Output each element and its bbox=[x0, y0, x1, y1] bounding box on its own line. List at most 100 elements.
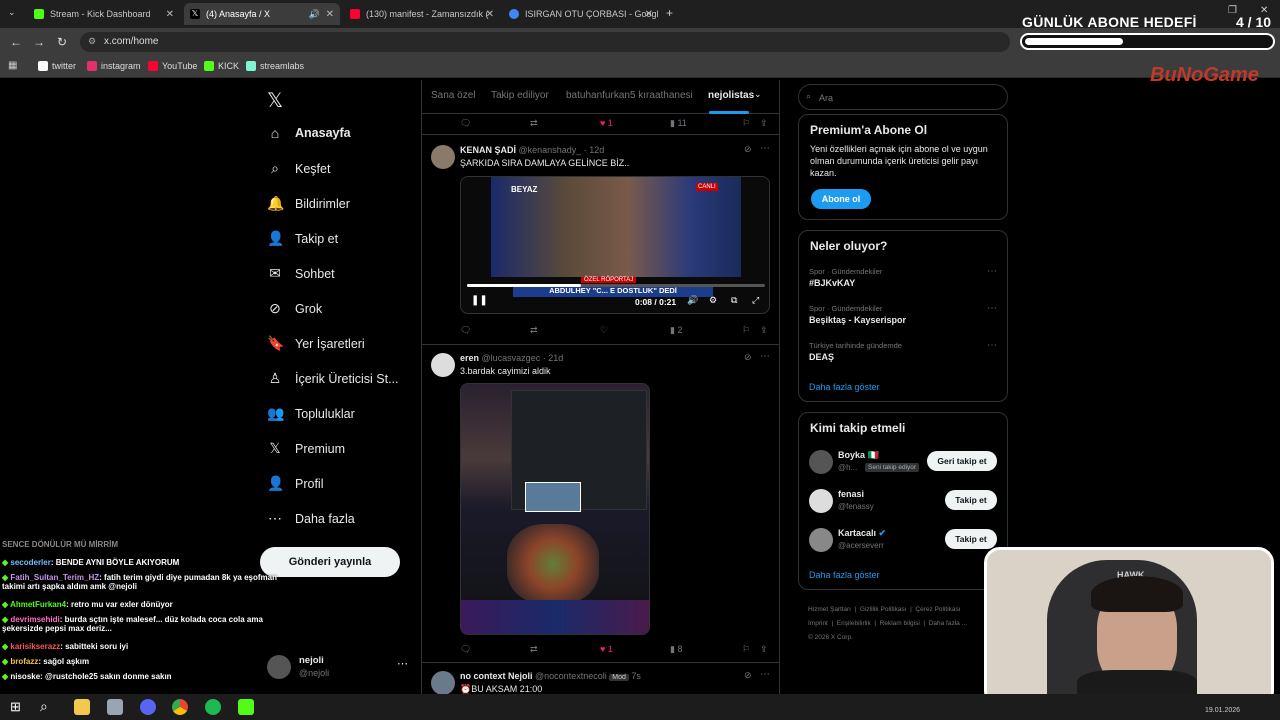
author-name[interactable]: KENAN ŞADİ bbox=[460, 145, 516, 155]
reply-icon[interactable]: 🗨 bbox=[460, 644, 471, 655]
new-tab-icon[interactable]: + bbox=[666, 6, 673, 20]
back-icon[interactable]: ← bbox=[10, 35, 22, 49]
video-player[interactable]: BEYAZ CANLI ÖZEL RÖPORTAJ ABDULHEY "C...… bbox=[460, 176, 770, 314]
views-icon[interactable]: ▮ 11 bbox=[670, 118, 687, 129]
avatar[interactable] bbox=[431, 145, 455, 169]
spotify-icon[interactable] bbox=[205, 699, 221, 715]
more-icon[interactable]: ⋯ bbox=[760, 669, 770, 680]
share-icon[interactable]: ⇪ bbox=[760, 118, 768, 129]
url-input[interactable]: ⚙ x.com/home bbox=[80, 32, 1010, 52]
forward-icon[interactable]: → bbox=[33, 35, 45, 49]
nav-item-profile[interactable]: 👤 Profil bbox=[267, 475, 323, 492]
app-icon[interactable] bbox=[107, 699, 123, 715]
views-icon[interactable]: ▮ 8 bbox=[670, 644, 682, 655]
tab-nejolistas[interactable]: nejolistas bbox=[708, 90, 754, 101]
like-icon[interactable]: ♥ 1 bbox=[600, 644, 613, 654]
grok-icon[interactable]: ⊘ bbox=[744, 352, 752, 363]
more-icon[interactable]: ⋯ bbox=[397, 657, 408, 670]
close-icon[interactable]: ✕ bbox=[326, 9, 334, 20]
discord-icon[interactable] bbox=[140, 699, 156, 715]
author-name[interactable]: eren bbox=[460, 353, 479, 363]
subscribe-button[interactable]: Abone ol bbox=[811, 189, 871, 209]
nav-item-grok[interactable]: ⊘ Grok bbox=[267, 300, 322, 317]
post-eren[interactable]: eren @lucasvazgec · 21d ⊘ ⋯ 3.bardak cay… bbox=[422, 345, 779, 663]
avatar[interactable] bbox=[809, 528, 833, 552]
trend-item[interactable]: DEAŞ bbox=[809, 352, 834, 362]
nav-item-add-user[interactable]: 👤 Takip et bbox=[267, 230, 338, 247]
chrome-icon[interactable] bbox=[172, 699, 188, 715]
tab-list-icon[interactable]: ⌄ bbox=[8, 7, 16, 18]
more-icon[interactable]: ⋯ bbox=[987, 340, 997, 351]
follow-button[interactable]: Takip et bbox=[945, 529, 997, 549]
tab-following[interactable]: Takip ediliyor bbox=[491, 90, 549, 101]
tab-for-you[interactable]: Sana özel bbox=[431, 90, 475, 101]
grok-icon[interactable]: ⊘ bbox=[744, 670, 752, 681]
tab-list-kiraathanesi[interactable]: batuhanfurkan5 kıraathanesi bbox=[566, 90, 693, 101]
trend-item[interactable]: #BJKvKAY bbox=[809, 278, 855, 288]
bookmark-kick[interactable]: KICK bbox=[204, 61, 239, 71]
pip-icon[interactable]: ⧉ bbox=[731, 295, 737, 306]
avatar[interactable] bbox=[431, 671, 455, 695]
bookmark-youtube[interactable]: YouTube bbox=[148, 61, 197, 71]
repost-icon[interactable]: ⇄ bbox=[530, 644, 538, 655]
file-explorer-icon[interactable] bbox=[74, 699, 90, 715]
nav-item-home[interactable]: ⌂ Anasayfa bbox=[267, 125, 351, 141]
nav-item-more[interactable]: ⋯ Daha fazla bbox=[267, 510, 355, 527]
nav-item-search[interactable]: ⌕ Keşfet bbox=[267, 160, 330, 177]
search-icon[interactable]: ⌕ bbox=[40, 698, 48, 715]
avatar[interactable] bbox=[431, 353, 455, 377]
follow-back-button[interactable]: Geri takip et bbox=[927, 451, 997, 471]
speaker-icon[interactable]: 🔊 bbox=[309, 9, 320, 20]
like-icon[interactable]: ♥ 1 bbox=[600, 118, 613, 128]
grok-icon[interactable]: ⊘ bbox=[744, 144, 752, 155]
post-kenan[interactable]: KENAN ŞADİ @kenanshady_ · 12d ⊘ ⋯ ŞARKID… bbox=[422, 135, 779, 345]
video-scrubber[interactable] bbox=[467, 284, 765, 287]
repost-icon[interactable]: ⇄ bbox=[530, 325, 538, 336]
suggest-name[interactable]: Kartacalı ✔ bbox=[838, 528, 886, 539]
bookmark-instagram[interactable]: instagram bbox=[87, 61, 141, 71]
views-icon[interactable]: ▮ 2 bbox=[670, 325, 682, 336]
apps-grid-icon[interactable]: ▦ bbox=[8, 60, 17, 71]
pause-icon[interactable]: ❚❚ bbox=[471, 295, 488, 306]
show-more-trends-link[interactable]: Daha fazla göster bbox=[809, 382, 880, 392]
nav-item-x-premium[interactable]: 𝕏 Premium bbox=[267, 440, 345, 457]
more-icon[interactable]: ⋯ bbox=[760, 351, 770, 362]
like-icon[interactable]: ♡ bbox=[600, 325, 608, 336]
search-input[interactable]: Ara bbox=[798, 84, 1008, 110]
reload-icon[interactable]: ↻ bbox=[57, 35, 67, 49]
reply-icon[interactable]: 🗨 bbox=[460, 118, 471, 129]
more-icon[interactable]: ⋯ bbox=[987, 303, 997, 314]
footer-link[interactable]: Daha fazla ... bbox=[929, 620, 967, 627]
tab-google[interactable]: ISIRGAN OTU ÇORBASI - Googl ✕ bbox=[503, 3, 659, 25]
kick-app-icon[interactable] bbox=[238, 699, 254, 715]
site-info-icon[interactable]: ⚙ bbox=[88, 36, 96, 47]
windows-start-icon[interactable]: ⊞ bbox=[10, 699, 21, 715]
share-icon[interactable]: ⇪ bbox=[760, 644, 768, 655]
tab-youtube[interactable]: (130) manifest - Zamansızdık ( ✕ bbox=[344, 3, 500, 25]
footer-link[interactable]: Imprint bbox=[808, 620, 828, 627]
footer-link[interactable]: Çerez Politikası bbox=[915, 606, 960, 613]
suggest-name[interactable]: fenasi bbox=[838, 489, 864, 499]
more-icon[interactable]: ⋯ bbox=[760, 143, 770, 154]
close-icon[interactable]: ✕ bbox=[645, 9, 653, 20]
volume-icon[interactable]: 🔊 bbox=[687, 295, 698, 306]
suggest-name[interactable]: Boyka 🇮🇹 bbox=[838, 450, 879, 461]
footer-link[interactable]: Gizlilik Politikası bbox=[860, 606, 907, 613]
bookmark-twitter[interactable]: twitter bbox=[38, 61, 76, 71]
fullscreen-icon[interactable]: ⤢ bbox=[752, 295, 759, 306]
x-logo-icon[interactable]: 𝕏 bbox=[267, 88, 283, 113]
bookmark-icon[interactable]: ⚐ bbox=[742, 644, 750, 655]
bookmark-icon[interactable]: ⚐ bbox=[742, 118, 750, 129]
post-image[interactable] bbox=[460, 383, 650, 635]
more-icon[interactable]: ⋯ bbox=[987, 266, 997, 277]
bookmark-icon[interactable]: ⚐ bbox=[742, 325, 750, 336]
trend-item[interactable]: Beşiktaş - Kayserispor bbox=[809, 315, 906, 325]
avatar[interactable] bbox=[809, 489, 833, 513]
nav-item-creator[interactable]: ♙ İçerik Üreticisi St... bbox=[267, 370, 399, 387]
nav-item-communities[interactable]: 👥 Topluluklar bbox=[267, 405, 355, 422]
share-icon[interactable]: ⇪ bbox=[760, 325, 768, 336]
footer-link[interactable]: Erişilebilirlik bbox=[837, 620, 871, 627]
tab-kick-dashboard[interactable]: Stream - Kick Dashboard ✕ bbox=[28, 3, 180, 25]
settings-icon[interactable]: ⚙ bbox=[709, 295, 717, 306]
show-more-suggestions-link[interactable]: Daha fazla göster bbox=[809, 570, 880, 580]
